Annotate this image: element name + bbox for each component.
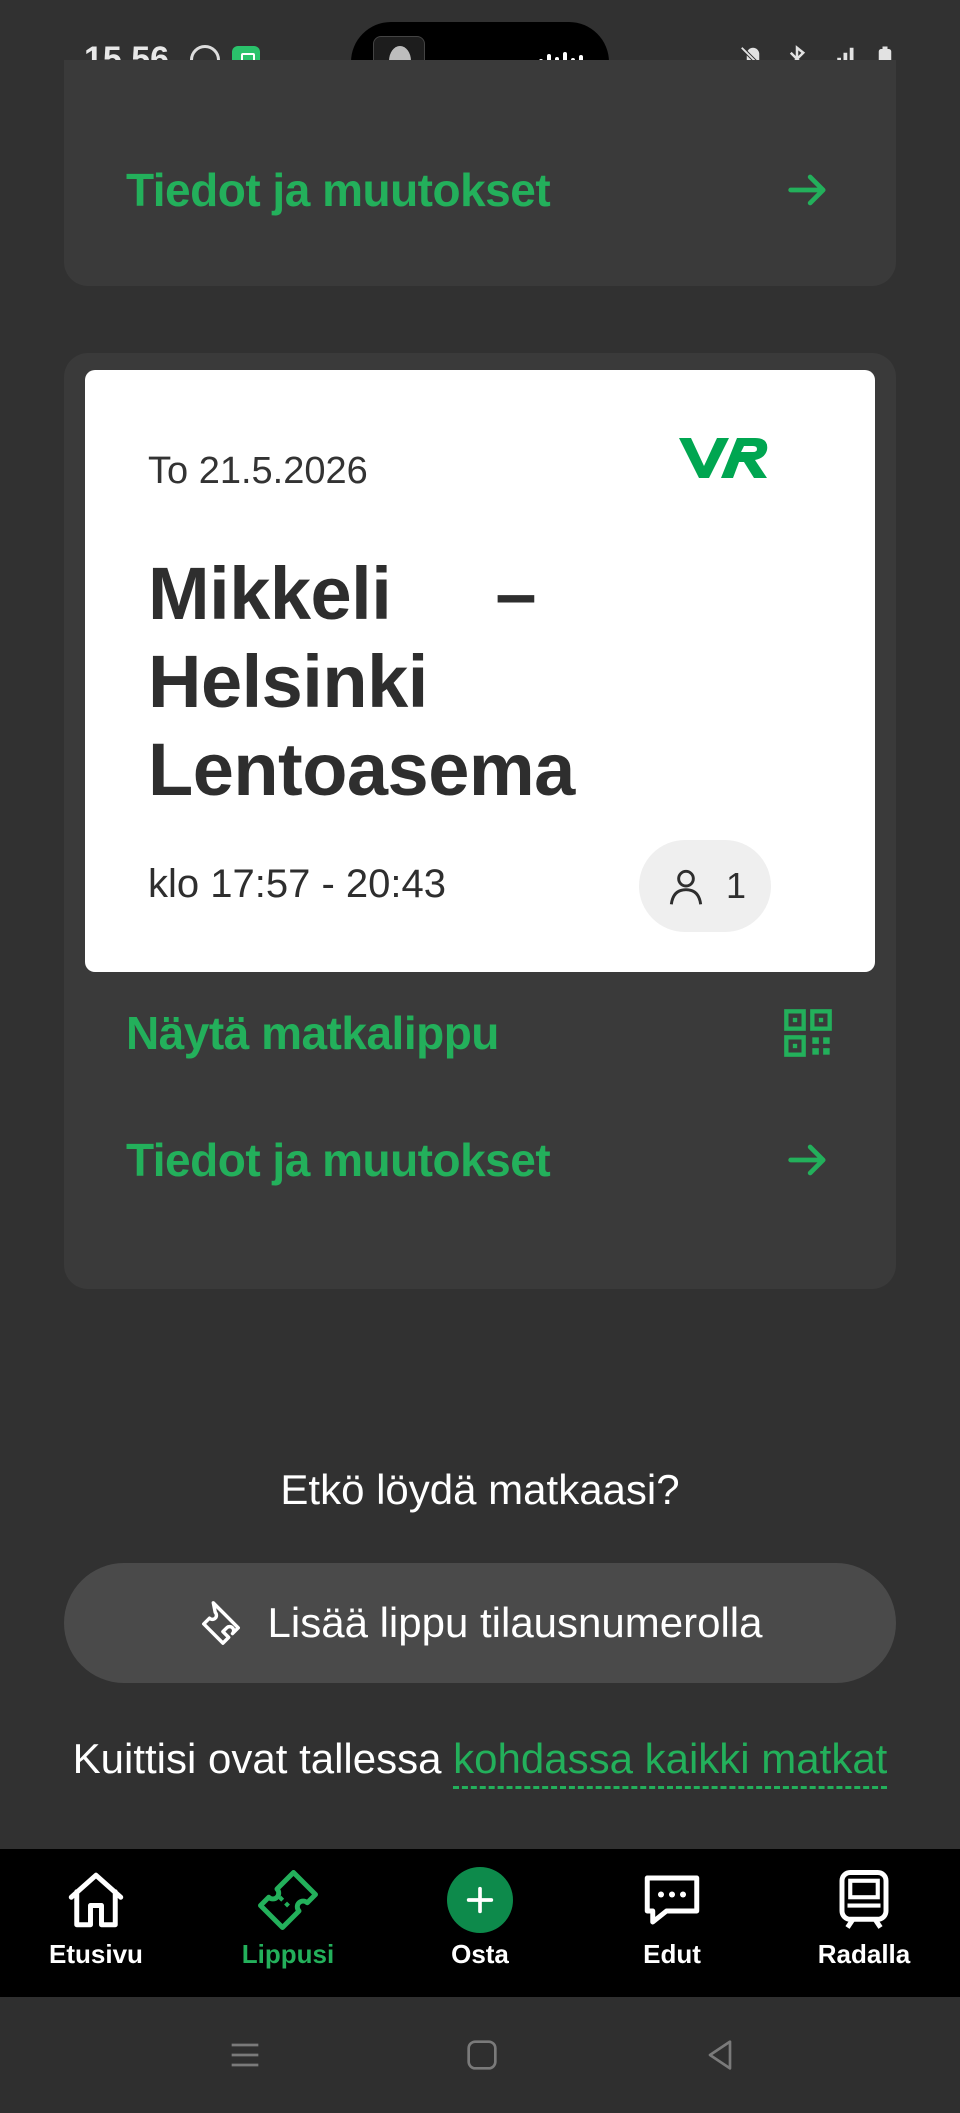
nav-label: Radalla [817,1939,911,1969]
recent-apps-icon[interactable] [225,2035,265,2075]
details-link-label: Tiedot ja muutokset [126,1134,551,1186]
add-ticket-label: Lisää lippu tilausnumerolla [267,1599,763,1646]
nav-label: Etusivu [49,1939,143,1969]
details-link[interactable]: Tiedot ja muutokset [126,1120,834,1200]
missing-trip-heading: Etkö löydä matkaasi? [280,1466,680,1513]
nav-label: Lippusi [241,1939,335,1969]
chat-icon [644,1875,700,1925]
back-icon[interactable] [700,2035,740,2075]
trip-date: To 21.5.2026 [148,450,368,492]
ticket-icon [201,1601,240,1645]
bottom-nav: Etusivu Lippusi Osta Edut Radalla [0,1849,960,1997]
nav-label: Osta [451,1939,509,1969]
details-link-label: Tiedot ja muutokset [126,164,551,216]
vr-logo [679,438,768,478]
nav-item-buy[interactable]: Osta [384,1849,576,1997]
nav-label: Edut [643,1939,701,1969]
receipts-info: Kuittisi ovat tallessa kohdassa kaikki m… [0,1735,960,1789]
arrow-right-icon [788,174,826,206]
passenger-count: 1 [725,865,747,906]
train-icon [839,1870,889,1929]
nav-item-benefits[interactable]: Edut [576,1849,768,1997]
show-ticket-link[interactable]: Näytä matkalippu [126,993,834,1073]
qr-code-icon [784,1009,832,1057]
ticket-icon [258,1870,318,1930]
arrow-right-icon [788,1144,826,1176]
nav-item-home[interactable]: Etusivu [0,1849,192,1997]
system-navigation-bar [0,1997,960,2113]
plus-icon [447,1867,513,1933]
trip-time: klo 17:57 - 20:43 [148,862,446,906]
person-icon [669,869,703,905]
route-separator: – [495,552,537,635]
receipts-text: Kuittisi ovat tallessa [72,1735,442,1782]
route-to: Helsinki Lentoasema [148,640,575,811]
nav-item-tickets[interactable]: Lippusi [192,1849,384,1997]
nav-item-on-track[interactable]: Radalla [768,1849,960,1997]
home-icon [68,1872,124,1928]
show-ticket-label: Näytä matkalippu [126,1007,499,1059]
trip-card: To 21.5.2026 Mikkeli – Helsinki Lentoase… [64,353,896,1289]
route-from: Mikkeli [148,552,392,635]
passenger-count-badge: 1 [639,840,771,932]
add-ticket-by-order-number-button[interactable]: Lisää lippu tilausnumerolla [64,1563,896,1683]
home-button-icon[interactable] [462,2035,502,2075]
all-trips-link[interactable]: kohdassa kaikki matkat [453,1735,888,1789]
ticket-summary[interactable]: To 21.5.2026 Mikkeli – Helsinki Lentoase… [85,370,875,972]
route-title: Mikkeli – Helsinki Lentoasema [148,550,788,814]
previous-trip-card: Tiedot ja muutokset [64,60,896,286]
details-link[interactable]: Tiedot ja muutokset [126,150,834,230]
